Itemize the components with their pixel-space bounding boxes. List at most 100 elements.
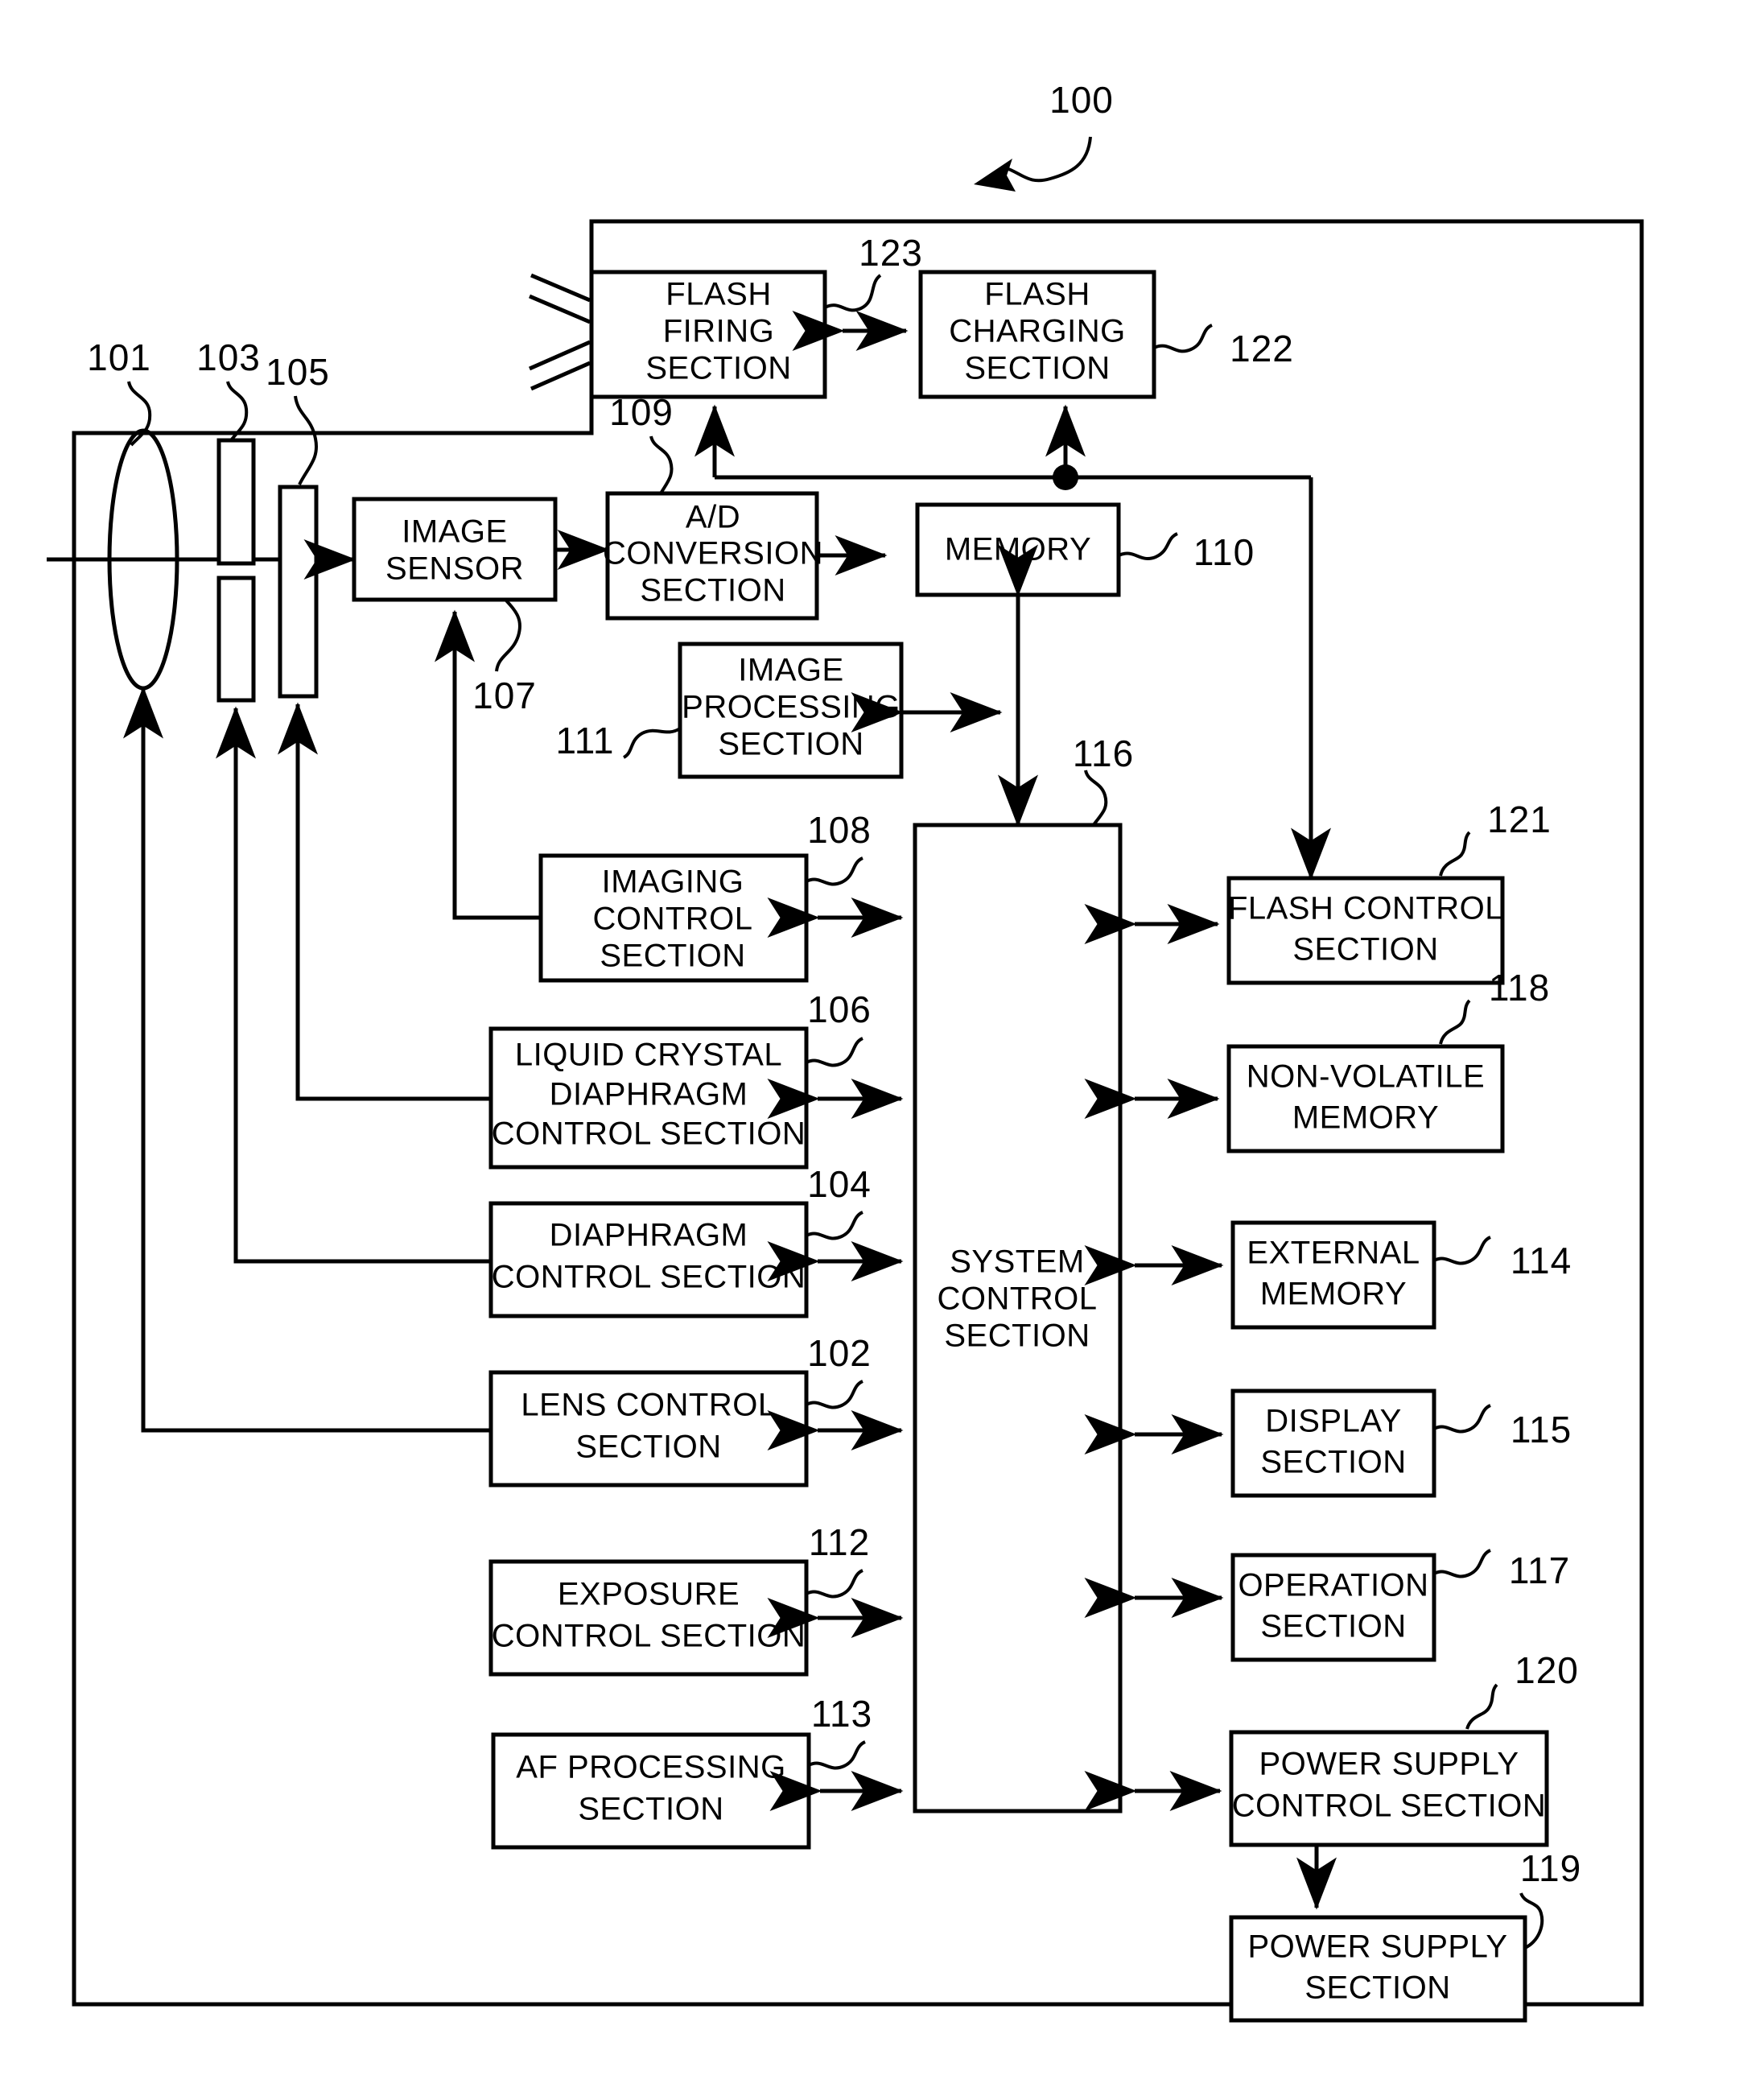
reference-leader-108 [806,856,863,886]
extmem-line-1: EXTERNAL [1247,1236,1420,1271]
ref-120: 120 [1515,1649,1579,1691]
imgctl-line-1: IMAGING [602,864,744,900]
patent-figure-canvas: 100 101 103 105 FLASH FIRING SECTION 123 [0,0,1764,2092]
bus-junction-dot [1053,464,1078,490]
reference-leader-113 [808,1740,866,1770]
reference-leader-107 [495,598,521,672]
pwr-line-2: SECTION [1304,1970,1450,2006]
expo-line-2: CONTROL SECTION [492,1619,806,1654]
reference-leader-106 [806,1037,864,1067]
reference-leader-111 [622,727,682,759]
reference-leader-114 [1433,1236,1491,1265]
reference-leader-120 [1465,1683,1498,1730]
wire-lensctl-to-lens [141,724,491,1433]
lensctl-line-1: LENS CONTROL [521,1388,776,1423]
ref-110: 110 [1193,531,1255,573]
lensctl-line-2: SECTION [575,1430,721,1465]
lcd-line-3: CONTROL SECTION [492,1116,806,1152]
reference-leader-123 [824,274,882,312]
syscon-line-1: SYSTEM [950,1244,1084,1280]
syscon-line-2: CONTROL [937,1281,1097,1317]
image-sensor-line-2: SENSOR [385,551,524,587]
wire-lcdctl-to-lcd [295,728,491,1101]
reference-leader-104 [806,1211,863,1240]
oper-line-1: OPERATION [1238,1568,1428,1603]
disp-line-1: DISPLAY [1265,1404,1402,1439]
reference-leader-117 [1433,1549,1491,1578]
diaphragm-blade-lower [216,576,256,703]
ref-102: 102 [807,1332,872,1374]
af-line-2: SECTION [578,1792,723,1827]
block-diagram-svg: 100 101 103 105 FLASH FIRING SECTION 123 [47,79,1644,2023]
reference-leader-115 [1433,1404,1491,1434]
ref-108: 108 [807,809,872,851]
nvm-line-2: MEMORY [1292,1100,1439,1136]
af-line-1: AF PROCESSING [516,1750,785,1785]
diaph-line-1: DIAPHRAGM [550,1218,748,1253]
reference-leader-118 [1439,999,1471,1045]
oper-line-2: SECTION [1260,1609,1406,1644]
ref-114: 114 [1511,1240,1572,1281]
ref-107: 107 [472,675,537,716]
ref-105: 105 [266,351,330,393]
ad-line-2: CONVERSION [603,536,823,571]
ref-113: 113 [811,1693,872,1735]
disp-line-2: SECTION [1260,1445,1406,1480]
pwrctl-line-1: POWER SUPPLY [1259,1747,1519,1782]
expo-line-1: EXPOSURE [558,1577,740,1612]
flash-charging-line-1: FLASH [984,277,1090,312]
flashctl-line-2: SECTION [1292,932,1438,968]
nvm-line-1: NON-VOLATILE [1247,1059,1485,1095]
ref-122: 122 [1230,328,1294,369]
extmem-line-2: MEMORY [1260,1277,1407,1312]
ref-111: 111 [556,720,615,761]
flash-charging-line-3: SECTION [964,351,1110,386]
reference-leader-116 [1084,770,1108,827]
memory-line-1: MEMORY [945,532,1091,567]
diaphragm-blade-upper [216,438,256,566]
image-sensor-line-1: IMAGE [402,514,507,550]
pwr-line-1: POWER SUPPLY [1247,1929,1507,1965]
flash-firing-line-1: FLASH [666,277,771,312]
reference-leader-109 [649,435,674,495]
ref-123: 123 [859,232,923,274]
flashctl-line-1: FLASH CONTROL [1228,891,1503,926]
ref-100: 100 [1049,79,1114,121]
imgctl-line-2: CONTROL [592,902,752,937]
flash-firing-line-3: SECTION [645,351,791,386]
ref-112: 112 [809,1521,870,1563]
ref-117: 117 [1509,1549,1570,1591]
diaph-line-2: CONTROL SECTION [492,1260,806,1295]
ad-line-3: SECTION [640,573,785,609]
syscon-line-3: SECTION [944,1318,1090,1354]
ref-119: 119 [1520,1847,1581,1889]
imgproc-line-3: SECTION [718,727,863,762]
liquid-crystal-diaphragm [278,485,319,699]
ref-103: 103 [196,336,261,378]
ref-101: 101 [87,336,151,378]
reference-leader-102 [806,1380,863,1409]
reference-leader-110 [1118,532,1178,560]
lcd-line-1: LIQUID CRYSTAL [515,1038,782,1073]
reference-leader-122 [1153,324,1214,353]
ref-118: 118 [1489,967,1550,1009]
reference-leader-121 [1439,831,1471,877]
reference-leader-112 [806,1569,863,1599]
lcd-line-2: DIAPHRAGM [550,1077,748,1112]
flash-firing-line-2: FIRING [663,314,775,349]
ref-115: 115 [1511,1409,1572,1450]
ad-line-1: A/D [686,500,740,535]
imgproc-line-1: IMAGE [738,653,843,688]
flash-charging-line-2: CHARGING [949,314,1126,349]
imgproc-line-2: PROCESSING [682,690,901,725]
pwrctl-line-2: CONTROL SECTION [1232,1789,1547,1824]
imgctl-line-3: SECTION [600,939,745,974]
ref-121: 121 [1487,798,1552,840]
ref-109: 109 [609,391,674,433]
reference-leader-105 [294,395,318,485]
ref-106: 106 [807,988,872,1030]
wire-diaphctl-to-diaph [233,728,491,1264]
ref-116: 116 [1073,732,1134,774]
reference-leader-100 [974,136,1092,192]
ref-104: 104 [807,1163,872,1205]
